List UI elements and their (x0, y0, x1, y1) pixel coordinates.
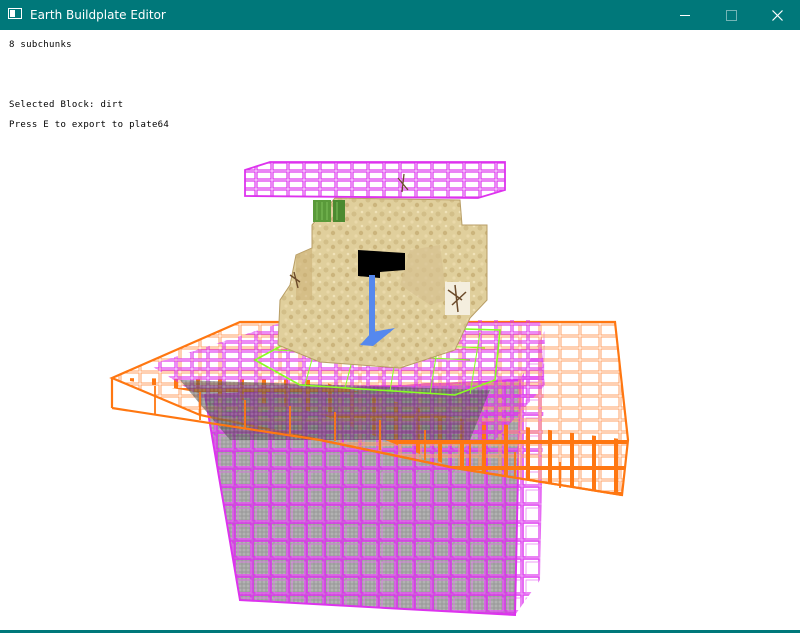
subchunk-count-label: 8 subchunks (9, 40, 72, 50)
minimize-icon (680, 14, 690, 16)
window-title: Earth Buildplate Editor (30, 8, 166, 22)
maximize-button[interactable] (708, 0, 754, 30)
cactus (313, 200, 345, 222)
export-hint-label: Press E to export to plate64 (9, 120, 170, 130)
top-subchunk-outline (244, 161, 506, 199)
app-window-icon (8, 8, 22, 19)
sandstone-structure (277, 197, 488, 369)
window-titlebar[interactable]: Earth Buildplate Editor (0, 0, 800, 30)
minimize-button[interactable] (662, 0, 708, 30)
close-button[interactable] (754, 0, 800, 30)
maximize-icon (725, 9, 737, 21)
close-icon (771, 9, 783, 21)
selected-block-label: Selected Block: dirt (9, 100, 124, 110)
